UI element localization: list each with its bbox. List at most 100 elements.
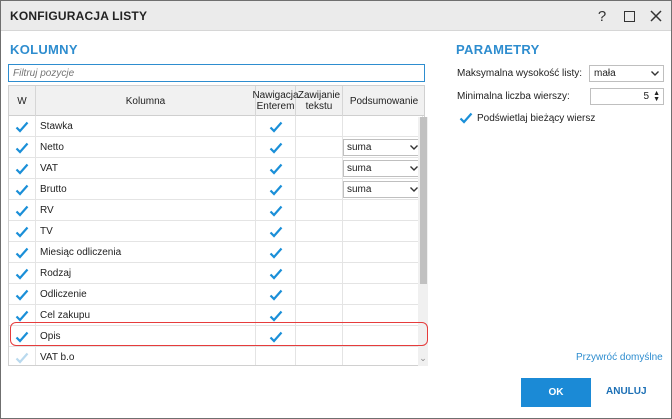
- column-name: VAT: [36, 158, 256, 179]
- spinner-arrows-icon[interactable]: ▲ ▼: [653, 90, 660, 103]
- column-name: Opis: [36, 326, 256, 347]
- nav-enter-checkbox[interactable]: [256, 242, 296, 263]
- table-row[interactable]: Opis: [9, 326, 424, 347]
- column-name: VAT b.o: [36, 347, 256, 365]
- visible-checkbox[interactable]: [9, 200, 36, 221]
- visible-checkbox[interactable]: [9, 221, 36, 242]
- summary-cell[interactable]: suma: [343, 137, 423, 158]
- column-name: Brutto: [36, 179, 256, 200]
- table-row[interactable]: Brutto suma: [9, 179, 424, 200]
- summary-cell[interactable]: [343, 326, 423, 347]
- checkmark-icon: [15, 184, 29, 196]
- table-row[interactable]: Odliczenie: [9, 284, 424, 305]
- cancel-button[interactable]: ANULUJ: [606, 386, 647, 397]
- visible-checkbox[interactable]: [9, 347, 36, 365]
- column-name: Netto: [36, 137, 256, 158]
- header-summary[interactable]: Podsumowanie: [343, 86, 424, 116]
- visible-checkbox[interactable]: [9, 179, 36, 200]
- scroll-down-arrow-icon[interactable]: ⌄: [418, 353, 428, 363]
- checkmark-icon: [269, 142, 283, 154]
- nav-enter-checkbox[interactable]: [256, 179, 296, 200]
- checkmark-icon: [15, 205, 29, 217]
- nav-enter-checkbox[interactable]: [256, 347, 296, 365]
- wrap-text-checkbox[interactable]: [296, 242, 343, 263]
- nav-enter-checkbox[interactable]: [256, 116, 296, 137]
- checkmark-icon: [269, 247, 283, 259]
- table-row[interactable]: VAT suma: [9, 158, 424, 179]
- filter-input[interactable]: [8, 64, 425, 82]
- help-button[interactable]: ?: [591, 5, 613, 27]
- summary-cell[interactable]: [343, 263, 423, 284]
- header-column[interactable]: Kolumna: [36, 86, 256, 116]
- checkmark-icon: [269, 331, 283, 343]
- close-button[interactable]: [645, 5, 667, 27]
- nav-enter-checkbox[interactable]: [256, 263, 296, 284]
- checkmark-icon: [269, 268, 283, 280]
- nav-enter-checkbox[interactable]: [256, 326, 296, 347]
- wrap-text-checkbox[interactable]: [296, 158, 343, 179]
- wrap-text-checkbox[interactable]: [296, 347, 343, 365]
- visible-checkbox[interactable]: [9, 116, 36, 137]
- wrap-text-checkbox[interactable]: [296, 305, 343, 326]
- table-row[interactable]: Rodzaj: [9, 263, 424, 284]
- table-row[interactable]: Cel zakupu: [9, 305, 424, 326]
- visible-checkbox[interactable]: [9, 137, 36, 158]
- ok-button[interactable]: OK: [521, 378, 591, 407]
- summary-cell[interactable]: suma: [343, 179, 423, 200]
- visible-checkbox[interactable]: [9, 263, 36, 284]
- nav-enter-checkbox[interactable]: [256, 137, 296, 158]
- min-rows-spinner[interactable]: 5 ▲ ▼: [590, 88, 664, 105]
- max-height-select[interactable]: mała: [589, 65, 664, 82]
- table-row[interactable]: Netto suma: [9, 137, 424, 158]
- columns-table: W Kolumna Nawigacja Enterem Zawijanie te…: [8, 85, 425, 366]
- summary-cell[interactable]: suma: [343, 158, 423, 179]
- visible-checkbox[interactable]: [9, 326, 36, 347]
- nav-enter-checkbox[interactable]: [256, 221, 296, 242]
- summary-select[interactable]: suma: [343, 181, 422, 198]
- scrollbar-thumb[interactable]: [420, 117, 427, 284]
- nav-enter-checkbox[interactable]: [256, 284, 296, 305]
- summary-cell[interactable]: [343, 221, 423, 242]
- table-row[interactable]: RV: [9, 200, 424, 221]
- visible-checkbox[interactable]: [9, 158, 36, 179]
- summary-select[interactable]: suma: [343, 160, 422, 177]
- summary-cell[interactable]: [343, 284, 423, 305]
- wrap-text-checkbox[interactable]: [296, 137, 343, 158]
- checkmark-icon: [15, 352, 29, 364]
- table-row[interactable]: Miesiąc odliczenia: [9, 242, 424, 263]
- chevron-down-icon: [410, 142, 418, 153]
- table-row[interactable]: VAT b.o: [9, 347, 424, 365]
- visible-checkbox[interactable]: [9, 305, 36, 326]
- nav-enter-checkbox[interactable]: [256, 158, 296, 179]
- summary-select[interactable]: suma: [343, 139, 422, 156]
- nav-enter-checkbox[interactable]: [256, 200, 296, 221]
- summary-cell[interactable]: [343, 200, 423, 221]
- title-bar: KONFIGURACJA LISTY ?: [1, 1, 671, 31]
- visible-checkbox[interactable]: [9, 242, 36, 263]
- summary-cell[interactable]: [343, 347, 423, 365]
- wrap-text-checkbox[interactable]: [296, 221, 343, 242]
- header-nav[interactable]: Nawigacja Enterem: [252, 86, 299, 116]
- summary-cell[interactable]: [343, 116, 423, 137]
- checkmark-icon: [269, 226, 283, 238]
- table-row[interactable]: TV: [9, 221, 424, 242]
- header-w[interactable]: W: [9, 86, 36, 116]
- summary-cell[interactable]: [343, 242, 423, 263]
- summary-value: suma: [347, 184, 372, 195]
- wrap-text-checkbox[interactable]: [296, 179, 343, 200]
- wrap-text-checkbox[interactable]: [296, 284, 343, 305]
- wrap-text-checkbox[interactable]: [296, 116, 343, 137]
- summary-cell[interactable]: [343, 305, 423, 326]
- maximize-button[interactable]: [618, 5, 640, 27]
- header-wrap[interactable]: Zawijanie tekstu: [296, 86, 343, 116]
- summary-value: suma: [347, 163, 372, 174]
- table-row[interactable]: Stawka: [9, 116, 424, 137]
- wrap-text-checkbox[interactable]: [296, 200, 343, 221]
- nav-enter-checkbox[interactable]: [256, 305, 296, 326]
- wrap-text-checkbox[interactable]: [296, 263, 343, 284]
- reset-defaults-link[interactable]: Przywróć domyślne: [576, 352, 663, 363]
- highlight-row-label[interactable]: Podświetlaj bieżący wiersz: [477, 113, 595, 124]
- highlight-row-checkbox[interactable]: [459, 112, 473, 124]
- visible-checkbox[interactable]: [9, 284, 36, 305]
- wrap-text-checkbox[interactable]: [296, 326, 343, 347]
